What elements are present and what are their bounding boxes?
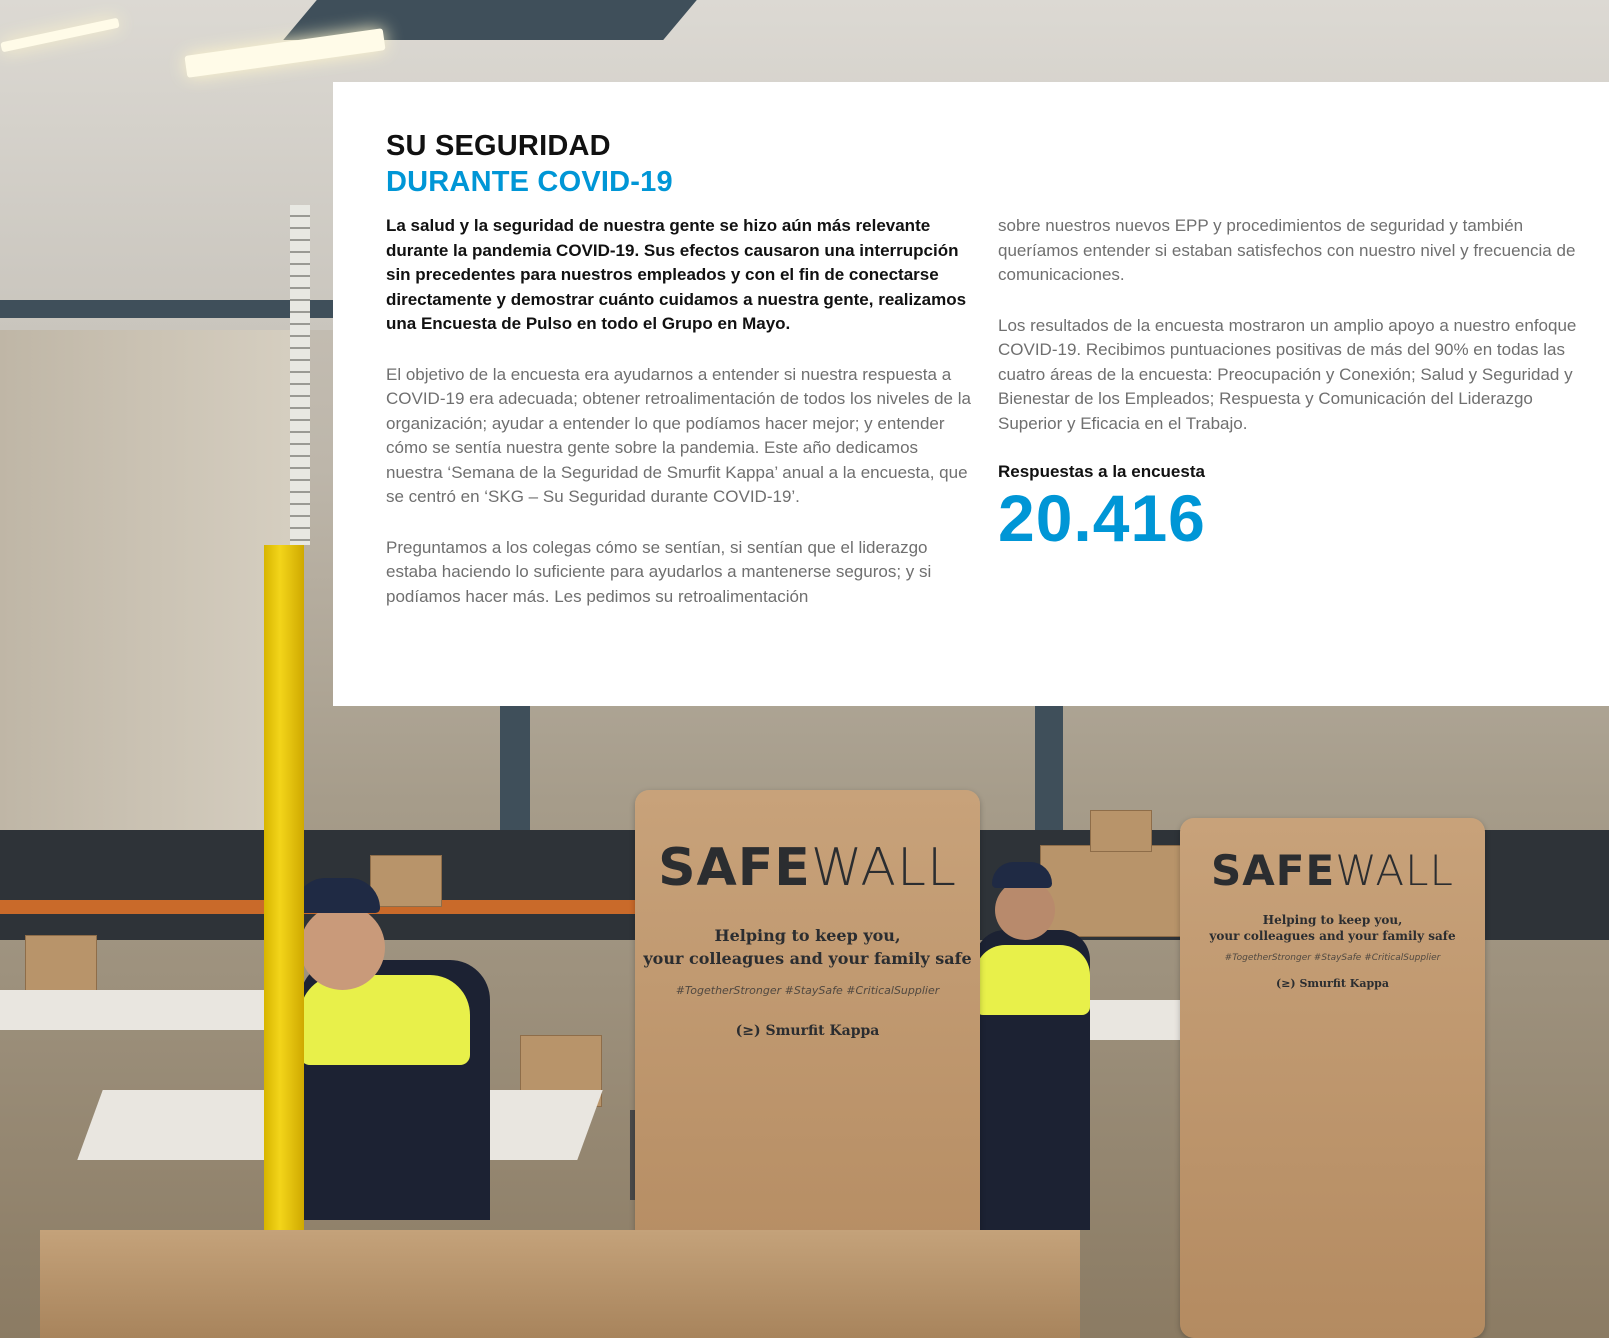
cardboard-box <box>25 935 97 992</box>
floor-cardboard-box <box>40 1230 1080 1338</box>
back-wall <box>0 330 300 850</box>
cardboard-box <box>1090 810 1152 852</box>
article-subtitle: DURANTE COVID-19 <box>386 166 673 198</box>
worker-right-cap <box>992 862 1052 888</box>
text-column-left: La salud y la seguridad de nuestra gente… <box>386 214 976 635</box>
worker-left-head <box>300 905 385 990</box>
worker-left-cap <box>295 878 380 913</box>
sign-tagline: your colleagues and your family safe <box>1209 929 1456 943</box>
worker-right-head <box>995 880 1055 940</box>
worker-left-vest <box>300 975 470 1065</box>
sign-logo: (≥) Smurfit Kappa <box>1276 977 1389 990</box>
article-panel: SU SEGURIDAD DURANTE COVID-19 La salud y… <box>333 82 1609 706</box>
stat-label: Respuestas a la encuesta <box>998 462 1205 481</box>
article-title: SU SEGURIDAD <box>386 130 611 162</box>
sign-hashtags: #TogetherStronger #StaySafe #CriticalSup… <box>675 984 940 997</box>
text-column-right: sobre nuestros nuevos EPP y procedimient… <box>998 214 1598 554</box>
worker-right-vest <box>975 945 1090 1015</box>
lead-paragraph: La salud y la seguridad de nuestra gente… <box>386 216 967 333</box>
sign-brand: SAFEWALL <box>658 838 957 898</box>
sign-tagline: Helping to keep you, <box>1262 913 1403 927</box>
body-paragraph: Los resultados de la encuesta mostraron … <box>998 315 1577 433</box>
stat-value: 20.416 <box>998 481 1206 555</box>
body-paragraph: El objetivo de la encuesta era ayudarnos… <box>386 364 971 507</box>
cardboard-box-stack <box>1040 845 1182 937</box>
body-paragraph: sobre nuestros nuevos EPP y procedimient… <box>998 216 1576 284</box>
racking-column <box>290 205 310 545</box>
body-paragraph: Preguntamos a los colegas cómo se sentía… <box>386 537 932 606</box>
sign-tagline: Helping to keep you, <box>714 926 901 945</box>
safewall-sign-right: SAFEWALL Helping to keep you, your colle… <box>1180 818 1485 1338</box>
cardboard-box <box>370 855 442 907</box>
sign-tagline: your colleagues and your family safe <box>643 949 972 968</box>
sign-hashtags: #TogetherStronger #StaySafe #CriticalSup… <box>1224 953 1441 963</box>
sign-logo: (≥) Smurfit Kappa <box>735 1023 880 1039</box>
sign-brand: SAFEWALL <box>1211 846 1454 895</box>
yellow-safety-post <box>264 545 304 1338</box>
